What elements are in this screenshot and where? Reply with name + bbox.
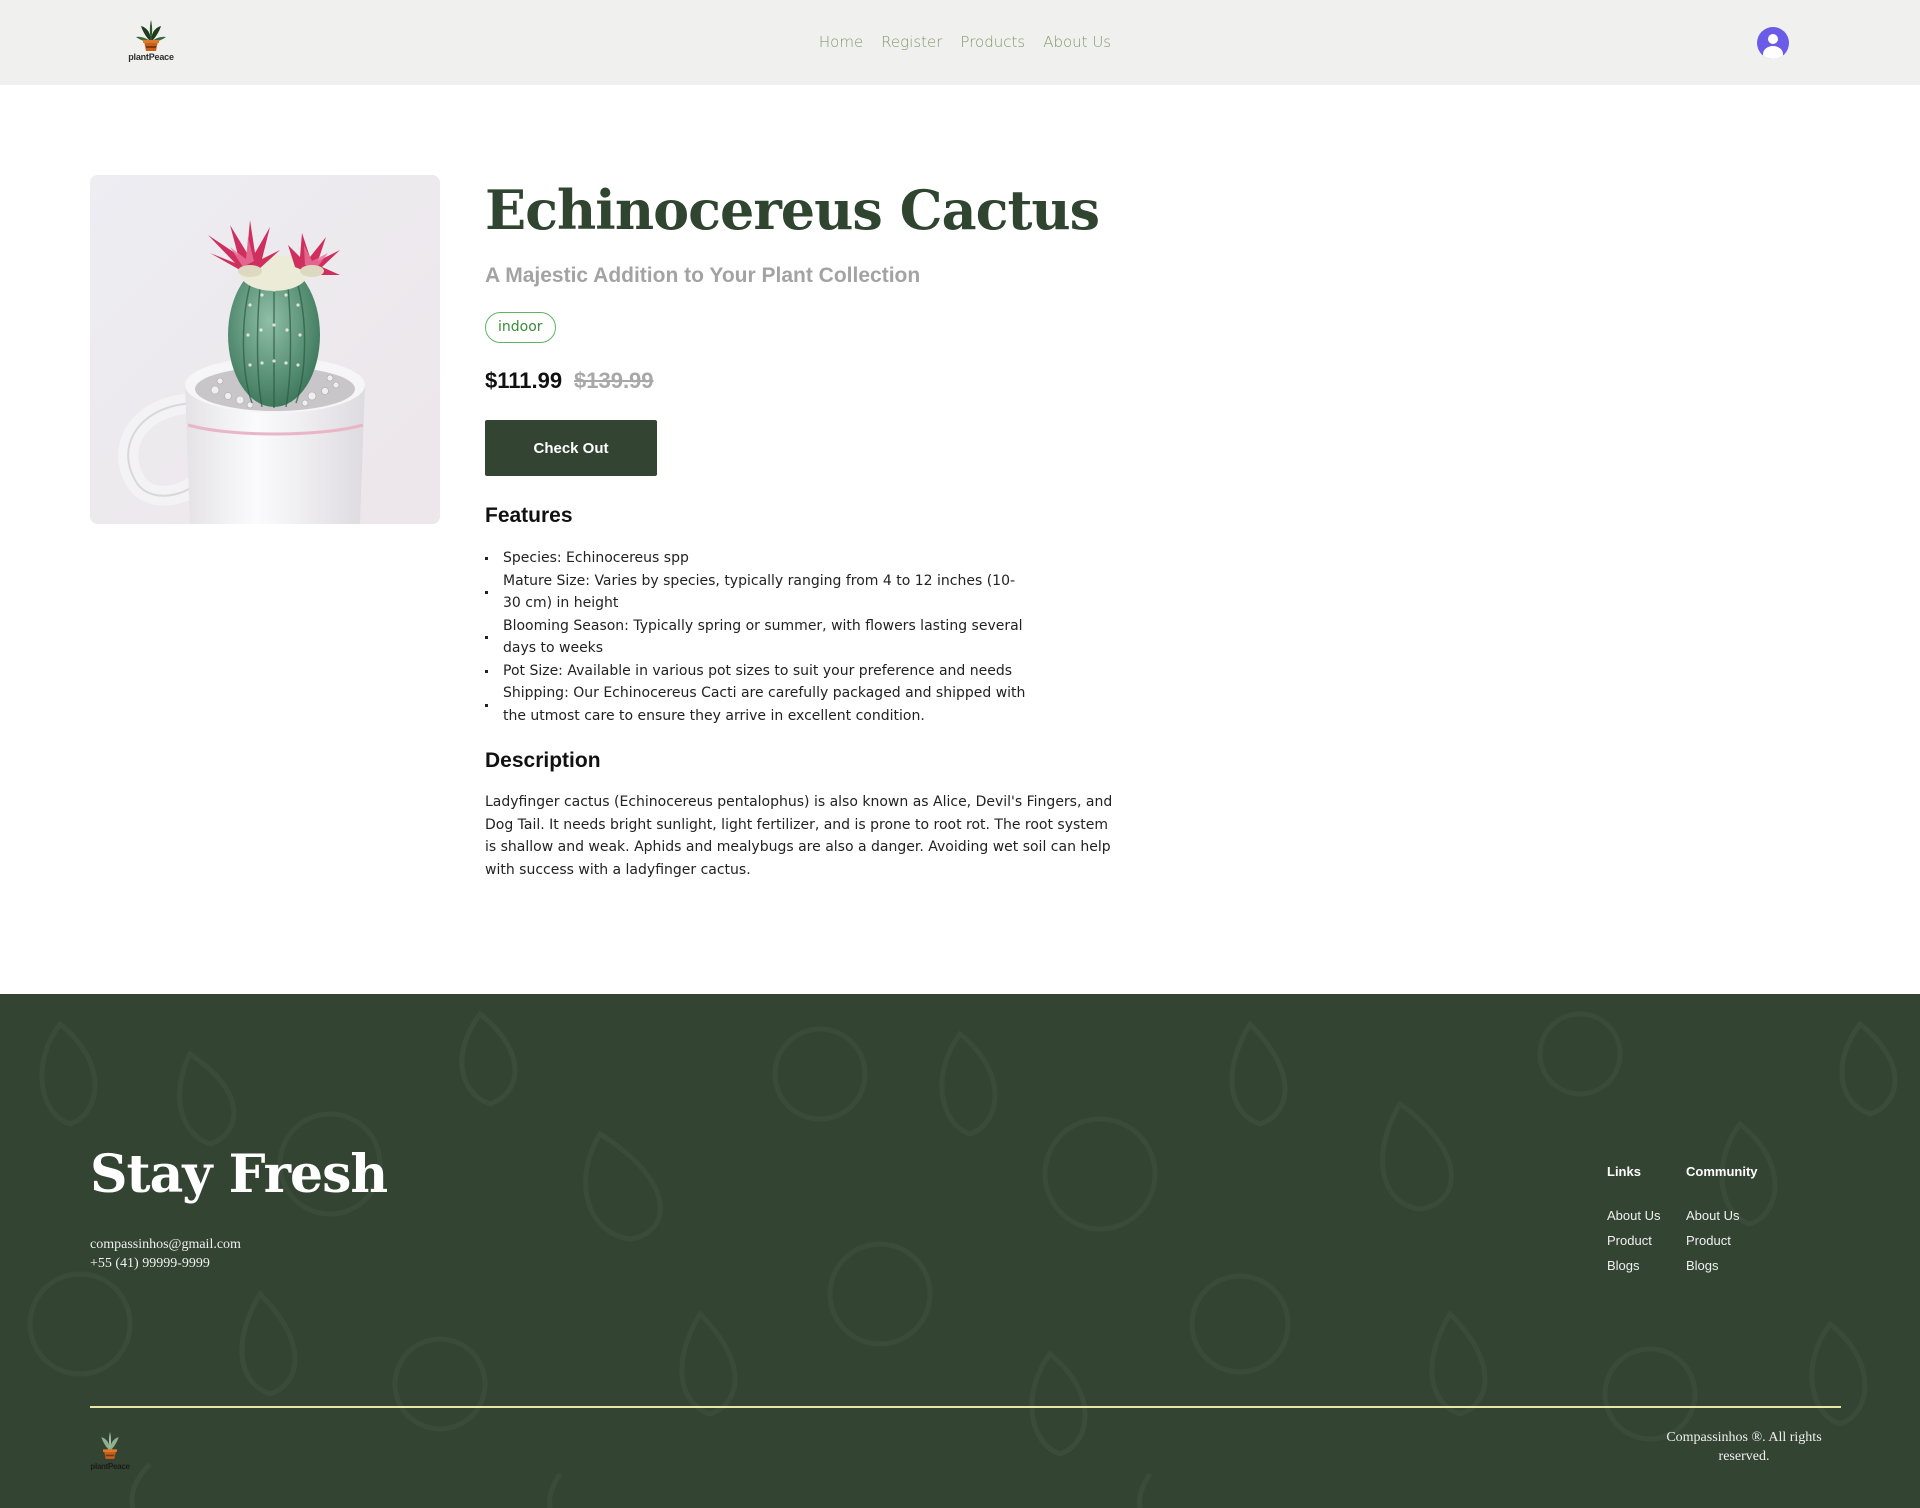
user-avatar-icon[interactable] [1757,27,1789,59]
footer-links-column: Links About Us Product Blogs [1607,1164,1660,1278]
footer-divider [90,1406,1841,1408]
list-item: Mature Size: Varies by species, typicall… [485,570,1030,615]
footer-link-blogs[interactable]: Blogs [1607,1253,1660,1278]
list-item: Species: Echinocereus spp [485,547,1030,570]
copyright-text: Compassinhos ®. All rights reserved. [1666,1430,1822,1464]
bullet-icon [485,557,488,561]
features-list: Species: Echinocereus spp Mature Size: V… [485,547,1030,727]
nav-register[interactable]: Register [881,33,942,51]
description-heading: Description [485,749,601,772]
footer-community-column: Community About Us Product Blogs [1686,1164,1758,1278]
original-price: $139.99 [574,368,654,393]
footer: Stay Fresh compassinhos@gmail.com +55 (4… [0,994,1920,1508]
features-heading: Features [485,504,573,527]
list-item: Shipping: Our Echinocereus Cacti are car… [485,682,1030,727]
footer-link-about-us[interactable]: About Us [1607,1203,1660,1228]
avatar-head-shape [1768,34,1778,44]
footer-logo-text: plantPeace [90,1462,130,1471]
avatar-body-shape [1763,46,1783,59]
list-item: Blooming Season: Typically spring or sum… [485,615,1030,660]
category-tag: indoor [485,312,556,343]
product-subtitle: A Majestic Addition to Your Plant Collec… [485,264,921,287]
contact-email[interactable]: compassinhos@gmail.com [90,1237,241,1253]
contact-phone[interactable]: +55 (41) 99999-9999 [90,1256,210,1272]
bullet-icon [485,636,488,639]
product-image [90,175,440,524]
main-nav: Home Register Products About Us [0,33,1920,51]
links-heading: Links [1607,1164,1641,1179]
footer-link-product[interactable]: Product [1607,1228,1660,1253]
logo-text: plantPeace [128,52,174,62]
feature-text: Shipping: Our Echinocereus Cacti are car… [503,685,1026,724]
checkout-button[interactable]: Check Out [485,420,657,476]
nav-home[interactable]: Home [819,33,863,51]
feature-text: Pot Size: Available in various pot sizes… [503,662,1013,679]
bullet-icon [485,591,488,594]
description-text: Ladyfinger cactus (Echinocereus pentalop… [485,794,1113,878]
nav-products[interactable]: Products [960,33,1025,51]
community-link-about-us[interactable]: About Us [1686,1203,1758,1228]
current-price: $111.99 [485,368,563,393]
list-item: Pot Size: Available in various pot sizes… [485,660,1030,683]
community-heading: Community [1686,1164,1758,1179]
nav-about-us[interactable]: About Us [1043,33,1111,51]
footer-title: Stay Fresh [90,1144,388,1205]
community-link-product[interactable]: Product [1686,1228,1758,1253]
bullet-icon [485,703,488,707]
header: plantPeace Home Register Products About … [0,0,1920,85]
feature-text: Species: Echinocereus spp [503,550,689,566]
product-title: Echinocereus Cactus [485,178,1100,242]
footer-plant-pot-logo-icon[interactable]: plantPeace [90,1428,130,1472]
bullet-icon [485,669,488,673]
feature-text: Blooming Season: Typically spring or sum… [503,617,1023,657]
community-link-blogs[interactable]: Blogs [1686,1253,1758,1278]
feature-text: Mature Size: Varies by species, typicall… [503,572,1016,612]
